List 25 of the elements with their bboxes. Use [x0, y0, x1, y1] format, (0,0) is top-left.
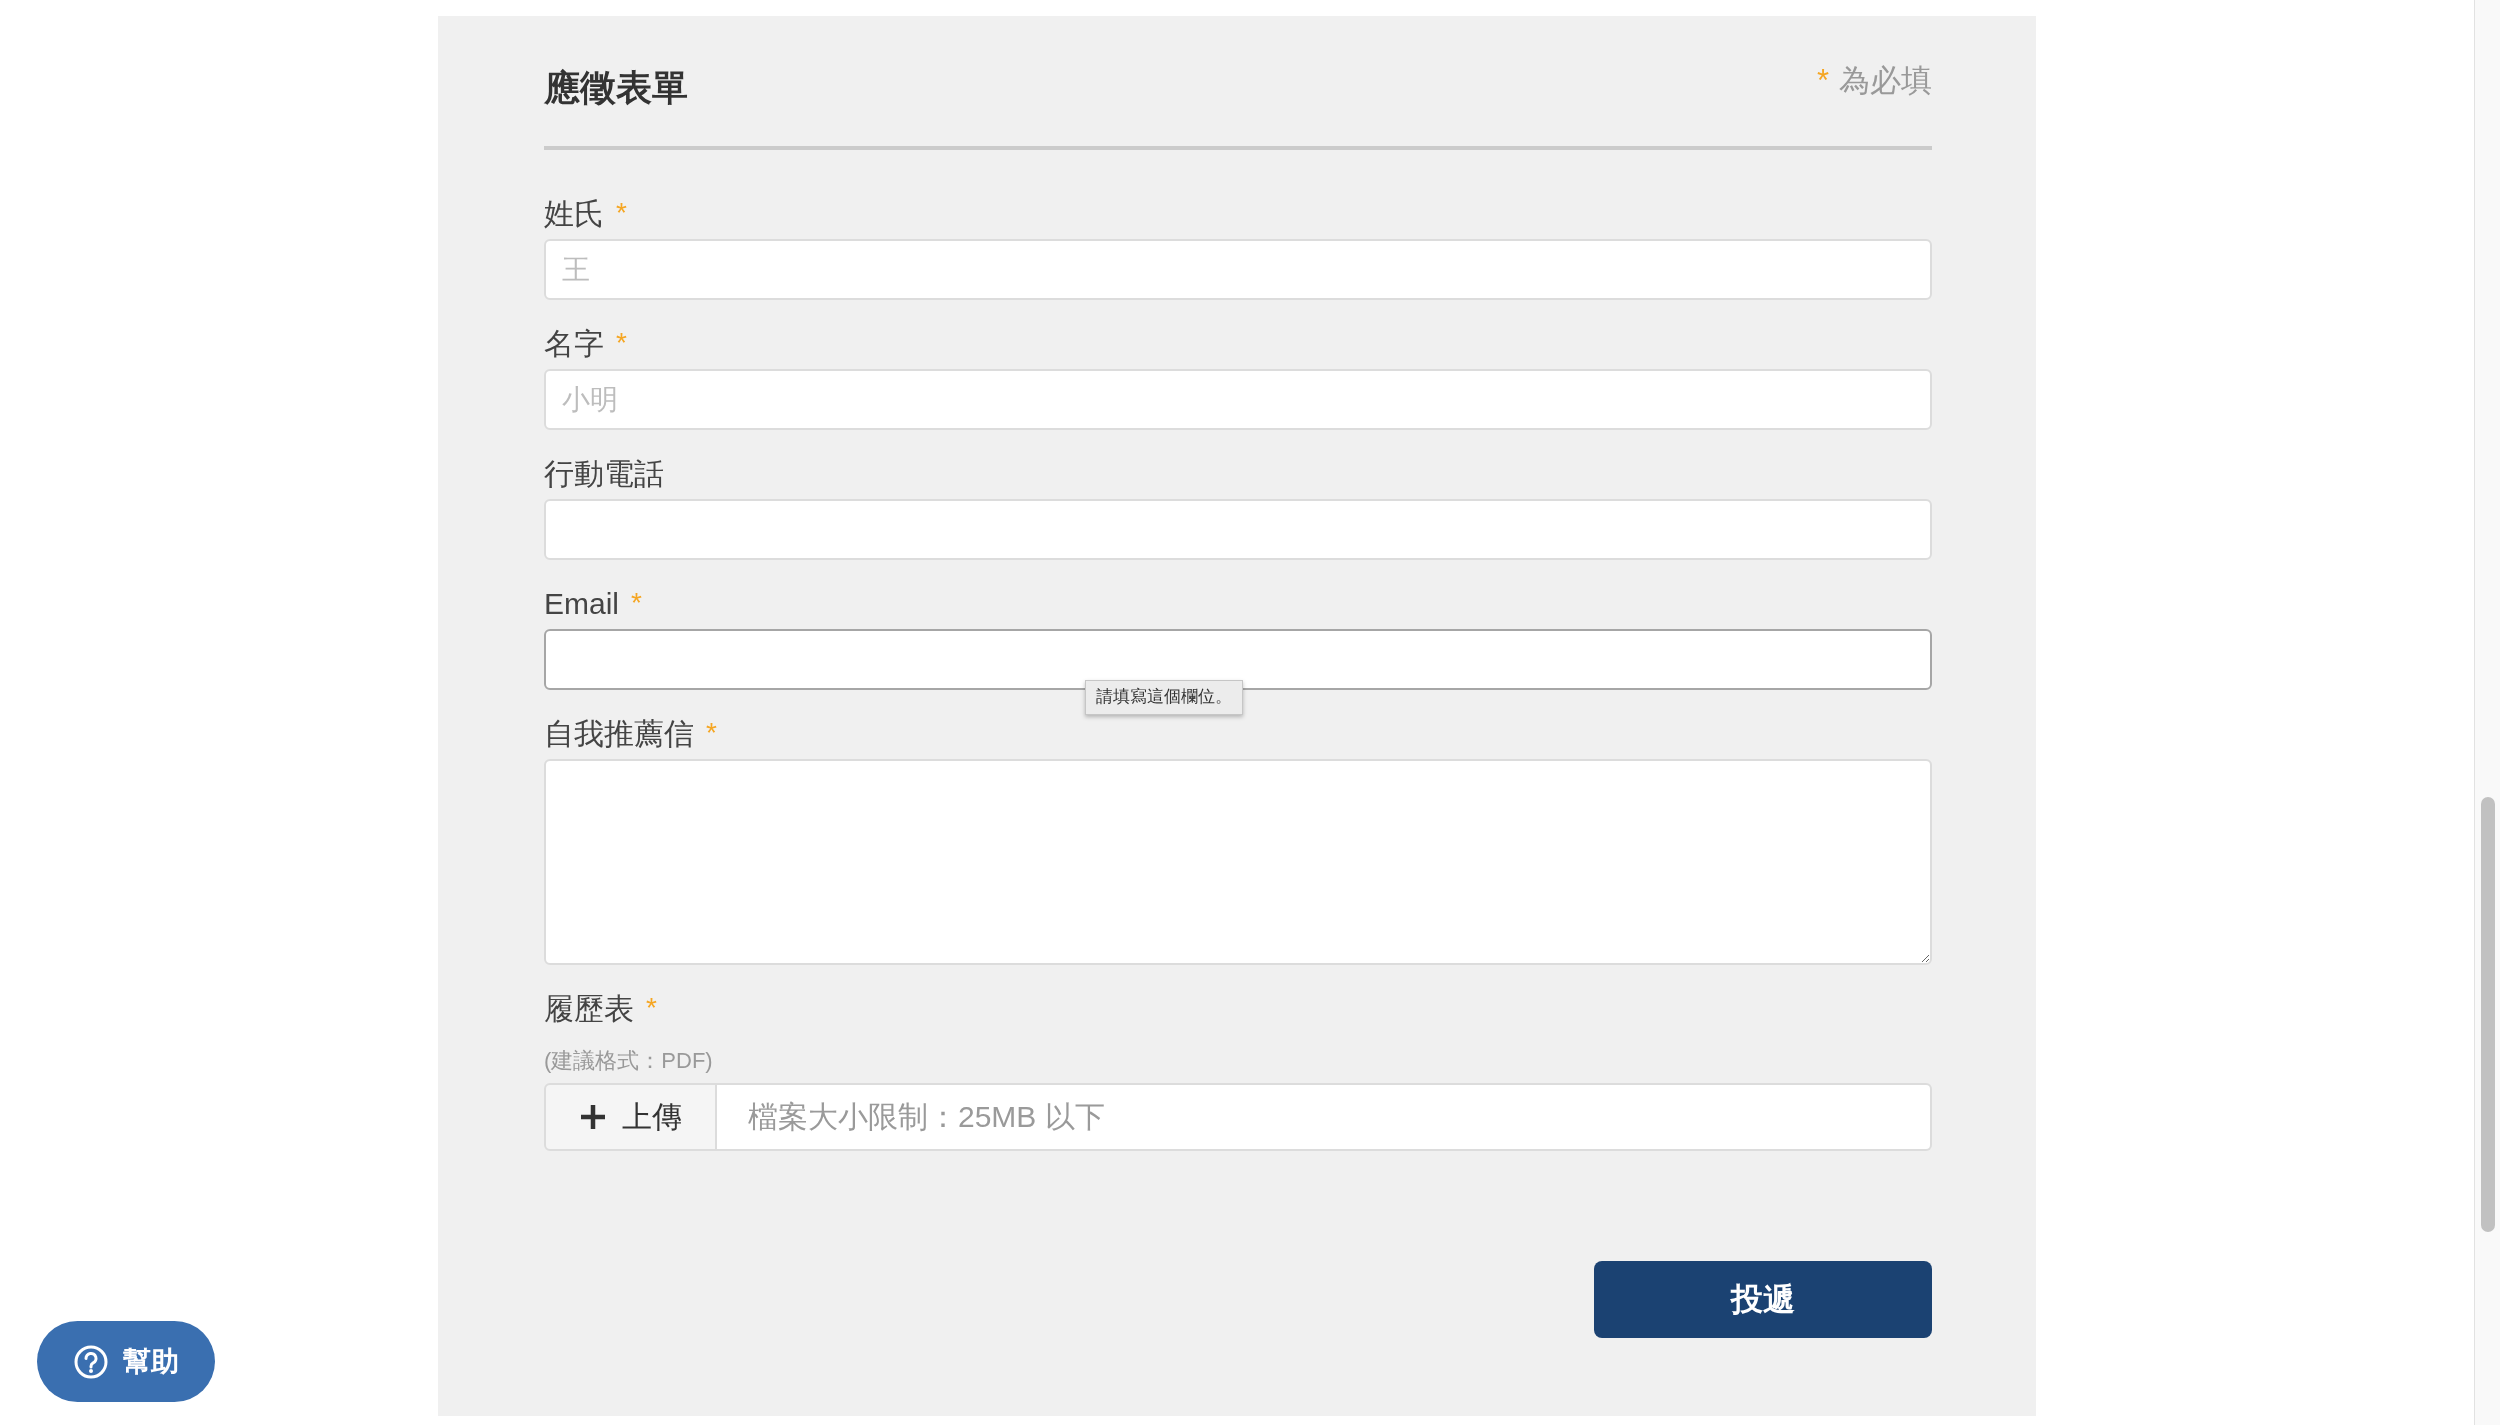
validation-tooltip: 請填寫這個欄位。	[1085, 680, 1243, 715]
field-label: 名字	[544, 326, 604, 363]
scrollbar[interactable]	[2474, 0, 2500, 1425]
submit-button[interactable]: 投遞	[1594, 1260, 1932, 1338]
form-title: 應徵表單	[544, 66, 688, 110]
textarea-field[interactable]	[544, 759, 1932, 966]
required-mark: *	[616, 196, 627, 231]
required-mark: *	[616, 326, 627, 361]
required-mark: *	[1816, 62, 1829, 100]
upload-button[interactable]: 上傳	[544, 1082, 717, 1151]
plus-icon	[579, 1103, 606, 1130]
file-name-field[interactable]: 檔案大小限制：25MB 以下	[717, 1082, 1932, 1151]
help-button[interactable]: 幫助	[37, 1321, 215, 1402]
help-icon	[73, 1344, 108, 1379]
required-note: 為必填	[1839, 62, 1932, 100]
field-label: Email	[544, 586, 619, 623]
required-mark: *	[646, 991, 657, 1026]
scrollbar-thumb[interactable]	[2480, 797, 2495, 1232]
field-label: 行動電話	[544, 456, 664, 493]
required-mark: *	[706, 716, 717, 751]
field-hint: (建議格式：PDF)	[544, 1048, 714, 1075]
required-mark: *	[631, 586, 642, 621]
field-label: 履歷表	[544, 991, 634, 1028]
field-label: 自我推薦信	[544, 716, 694, 753]
field-label: 姓氏	[544, 196, 604, 233]
